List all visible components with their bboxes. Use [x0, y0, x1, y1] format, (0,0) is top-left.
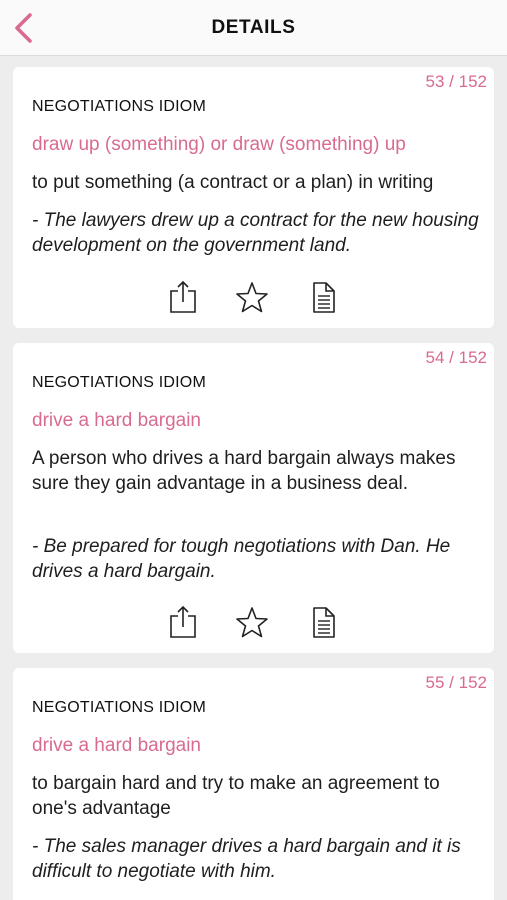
favorite-button[interactable]	[235, 279, 268, 315]
card-category: NEGOTIATIONS IDIOM	[32, 98, 206, 115]
share-button[interactable]	[167, 604, 199, 640]
share-icon	[170, 605, 196, 638]
idiom-card: 55 / 152 NEGOTIATIONS IDIOM drive a hard…	[13, 668, 494, 900]
idiom-card: 53 / 152 NEGOTIATIONS IDIOM draw up (som…	[13, 67, 494, 328]
card-category: NEGOTIATIONS IDIOM	[32, 374, 206, 391]
share-button[interactable]	[167, 279, 199, 315]
share-icon	[170, 280, 196, 313]
card-category: NEGOTIATIONS IDIOM	[32, 699, 206, 716]
idiom-definition: A person who drives a hard bargain alway…	[32, 448, 456, 494]
idiom-title: drive a hard bargain	[32, 735, 201, 756]
card-counter: 53 / 152	[425, 72, 487, 91]
idiom-card: 54 / 152 NEGOTIATIONS IDIOM drive a hard…	[13, 343, 494, 653]
document-icon	[313, 607, 335, 638]
page-title: DETAILS	[211, 17, 296, 38]
star-icon	[236, 282, 268, 313]
idiom-example: - The lawyers drew up a contract for the…	[32, 210, 479, 256]
card-actions	[167, 604, 347, 640]
star-icon	[236, 607, 268, 638]
idiom-definition: to bargain hard and try to make an agree…	[32, 773, 440, 819]
notes-button[interactable]	[307, 279, 339, 315]
idiom-example: - The sales manager drives a hard bargai…	[32, 836, 461, 882]
card-counter: 55 / 152	[425, 673, 487, 692]
favorite-button[interactable]	[235, 604, 268, 640]
notes-button[interactable]	[307, 604, 339, 640]
top-bar: DETAILS	[0, 0, 507, 56]
idiom-example: - Be prepared for tough negotiations wit…	[32, 536, 451, 582]
idiom-title: drive a hard bargain	[32, 410, 201, 431]
idiom-title: draw up (something) or draw (something) …	[32, 134, 406, 155]
document-icon	[313, 282, 335, 313]
card-actions	[167, 279, 347, 315]
card-counter: 54 / 152	[425, 348, 487, 367]
idiom-definition: to put something (a contract or a plan) …	[32, 172, 434, 193]
